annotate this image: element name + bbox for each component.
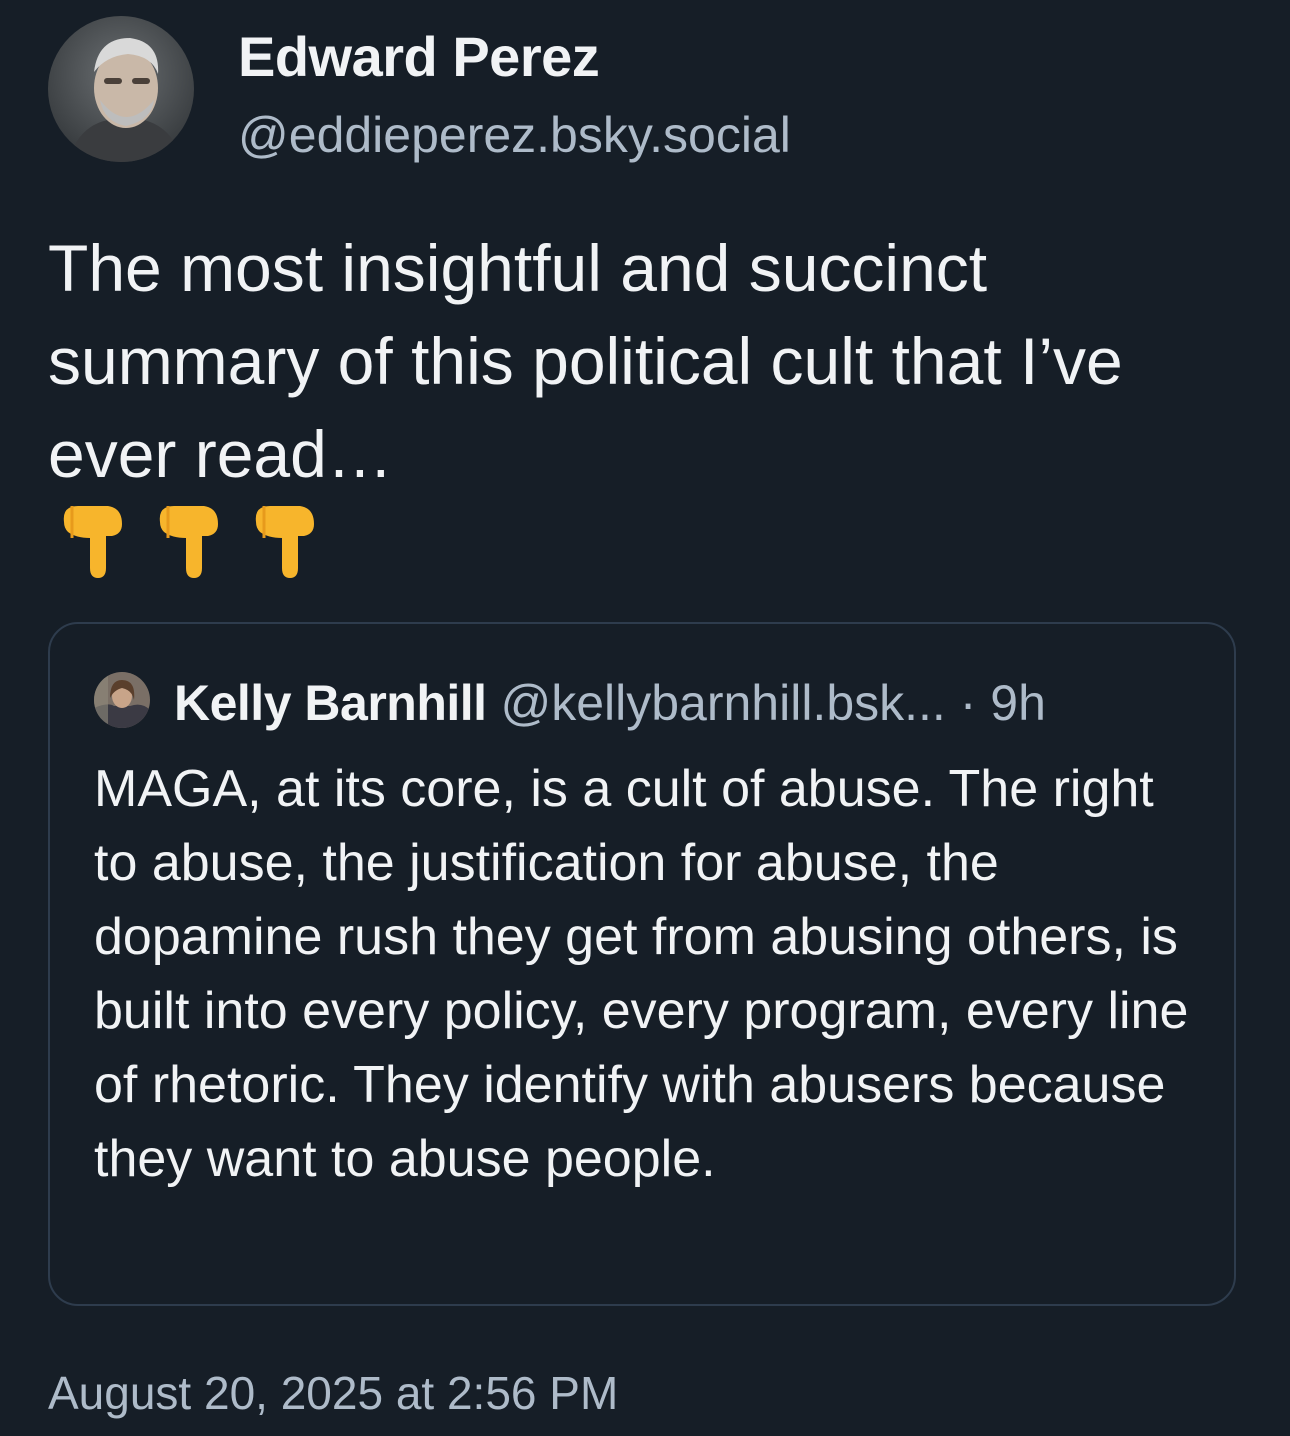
quoted-author-handle[interactable]: @kellybarnhill.bsk... (500, 675, 945, 731)
post-timestamp[interactable]: August 20, 2025 at 2:56 PM (48, 1366, 618, 1420)
author-handle[interactable]: @eddieperez.bsky.social (238, 106, 791, 164)
quoted-post-time[interactable]: 9h (990, 675, 1046, 731)
author-avatar-image (48, 16, 194, 162)
pointing-down-emoji-icon (255, 506, 314, 578)
author-display-name[interactable]: Edward Perez (238, 24, 600, 89)
pointing-down-emoji-icon (159, 506, 218, 578)
quoted-author-name[interactable]: Kelly Barnhill (174, 675, 487, 731)
pointing-down-emoji-icon (63, 506, 122, 578)
quoted-post-text: MAGA, at its core, is a cult of abuse. T… (94, 760, 1189, 1188)
post-text: The most insightful and succinct summary… (48, 231, 1123, 491)
author-avatar[interactable] (48, 16, 194, 162)
post-thread-item: Edward Perez @eddieperez.bsky.social The… (0, 0, 1290, 1436)
quoted-post-card[interactable]: Kelly Barnhill @kellybarnhill.bsk... · 9… (48, 622, 1236, 1306)
emoji-row (58, 494, 328, 584)
header-separator: · (959, 675, 977, 731)
quoted-author-avatar[interactable] (94, 672, 150, 728)
quoted-post-header: Kelly Barnhill @kellybarnhill.bsk... · 9… (174, 674, 1046, 732)
quoted-author-avatar-image (94, 672, 150, 728)
